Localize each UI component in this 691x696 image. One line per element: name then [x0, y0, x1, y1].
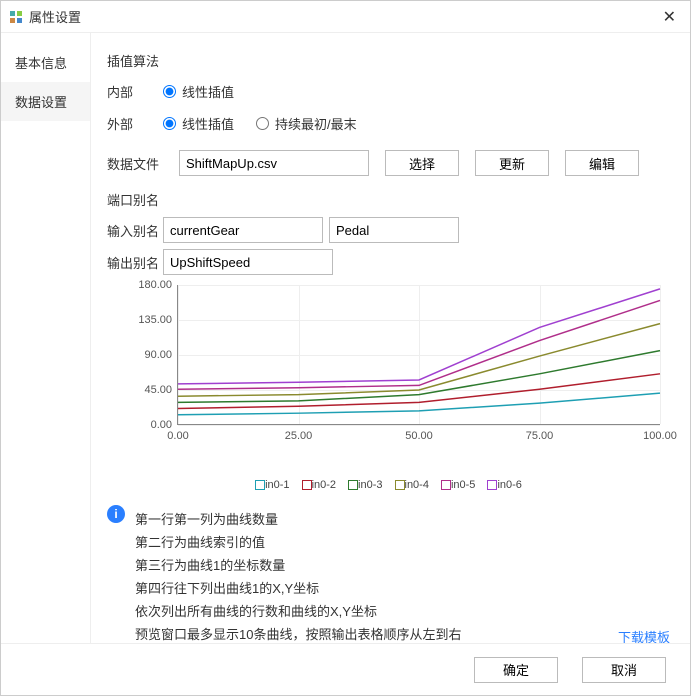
label-output-alias: 输出别名 — [107, 253, 163, 272]
chart-ytick: 180.00 — [128, 279, 172, 291]
label-datafile: 数据文件 — [107, 154, 163, 173]
titlebar: 属性设置 ✕ — [1, 1, 690, 33]
info-line-4: 第四行往下列出曲线1的X,Y坐标 — [135, 578, 461, 597]
chart-preview: 0.0045.0090.00135.00180.000.0025.0050.00… — [107, 285, 670, 493]
info-text: 第一行第一列为曲线数量 第二行为曲线索引的值 第三行为曲线1的坐标数量 第四行往… — [135, 505, 461, 643]
refresh-button[interactable]: 更新 — [475, 150, 549, 176]
chart-xtick: 75.00 — [526, 430, 554, 442]
chart-xtick: 100.00 — [643, 430, 677, 442]
close-icon[interactable]: ✕ — [657, 5, 682, 29]
chart-xtick: 50.00 — [405, 430, 433, 442]
tab-data-settings[interactable]: 数据设置 — [1, 82, 90, 121]
legend-label: in0-6 — [497, 479, 521, 491]
chart-xtick: 25.00 — [285, 430, 313, 442]
radio-inner-linear-input[interactable] — [163, 85, 176, 98]
chart-ytick: 45.00 — [128, 384, 172, 396]
legend-item: in0-6 — [487, 479, 521, 491]
legend-label: in0-3 — [358, 479, 382, 491]
info-icon: i — [107, 505, 125, 523]
info-line-6: 预览窗口最多显示10条曲线，按照输出表格顺序从左到右 — [135, 624, 461, 643]
legend-swatch-icon — [302, 480, 312, 490]
legend-swatch-icon — [441, 480, 451, 490]
radio-outer-keep-label: 持续最初/最末 — [275, 114, 357, 133]
legend-swatch-icon — [395, 480, 405, 490]
info-line-1: 第一行第一列为曲线数量 — [135, 509, 461, 528]
chart-series — [178, 374, 660, 409]
legend-item: in0-4 — [395, 479, 429, 491]
tab-basic-info[interactable]: 基本信息 — [1, 43, 90, 82]
chart-plot-area: 0.0045.0090.00135.00180.000.0025.0050.00… — [177, 285, 660, 425]
legend-item: in0-5 — [441, 479, 475, 491]
chart-series — [178, 300, 660, 389]
main-panel: 插值算法 内部 线性插值 外部 线性插值 — [91, 33, 690, 643]
chart-series — [178, 289, 660, 384]
section-interp: 插值算法 — [107, 51, 670, 70]
label-outer: 外部 — [107, 114, 163, 133]
radio-outer-linear-label: 线性插值 — [182, 114, 234, 133]
input-alias-1[interactable] — [163, 217, 323, 243]
chart-ytick: 135.00 — [128, 314, 172, 326]
select-button[interactable]: 选择 — [385, 150, 459, 176]
chart-ytick: 90.00 — [128, 349, 172, 361]
radio-outer-keep[interactable]: 持续最初/最末 — [256, 114, 357, 133]
radio-outer-linear-input[interactable] — [163, 117, 176, 130]
info-line-2: 第二行为曲线索引的值 — [135, 532, 461, 551]
legend-item: in0-3 — [348, 479, 382, 491]
cancel-button[interactable]: 取消 — [582, 657, 666, 683]
window-title: 属性设置 — [29, 7, 657, 26]
sidebar: 基本信息 数据设置 — [1, 33, 91, 643]
radio-outer-linear[interactable]: 线性插值 — [163, 114, 234, 133]
legend-label: in0-1 — [265, 479, 289, 491]
edit-button[interactable]: 编辑 — [565, 150, 639, 176]
app-logo-icon — [9, 10, 23, 24]
legend-swatch-icon — [348, 480, 358, 490]
datafile-input[interactable] — [179, 150, 369, 176]
download-template-link[interactable]: 下载模板 — [618, 627, 670, 643]
legend-swatch-icon — [487, 480, 497, 490]
section-alias: 端口别名 — [107, 190, 670, 209]
info-line-3: 第三行为曲线1的坐标数量 — [135, 555, 461, 574]
legend-label: in0-5 — [451, 479, 475, 491]
legend-item: in0-2 — [302, 479, 336, 491]
chart-xtick: 0.00 — [167, 430, 188, 442]
legend-label: in0-4 — [405, 479, 429, 491]
radio-inner-linear[interactable]: 线性插值 — [163, 82, 234, 101]
input-alias-2[interactable] — [329, 217, 459, 243]
chart-ytick: 0.00 — [128, 419, 172, 431]
dialog-footer: 确定 取消 — [1, 643, 690, 695]
radio-inner-linear-label: 线性插值 — [182, 82, 234, 101]
label-inner: 内部 — [107, 82, 163, 101]
info-line-5: 依次列出所有曲线的行数和曲线的X,Y坐标 — [135, 601, 461, 620]
legend-item: in0-1 — [255, 479, 289, 491]
label-input-alias: 输入别名 — [107, 221, 163, 240]
dialog-window: 属性设置 ✕ 基本信息 数据设置 插值算法 内部 线性插值 外部 — [0, 0, 691, 696]
chart-series — [178, 393, 660, 415]
ok-button[interactable]: 确定 — [474, 657, 558, 683]
radio-outer-keep-input[interactable] — [256, 117, 269, 130]
output-alias[interactable] — [163, 249, 333, 275]
legend-label: in0-2 — [312, 479, 336, 491]
chart-legend: in0-1 in0-2 in0-3 in0-4 in0-5 in0-6 — [107, 479, 670, 493]
legend-swatch-icon — [255, 480, 265, 490]
